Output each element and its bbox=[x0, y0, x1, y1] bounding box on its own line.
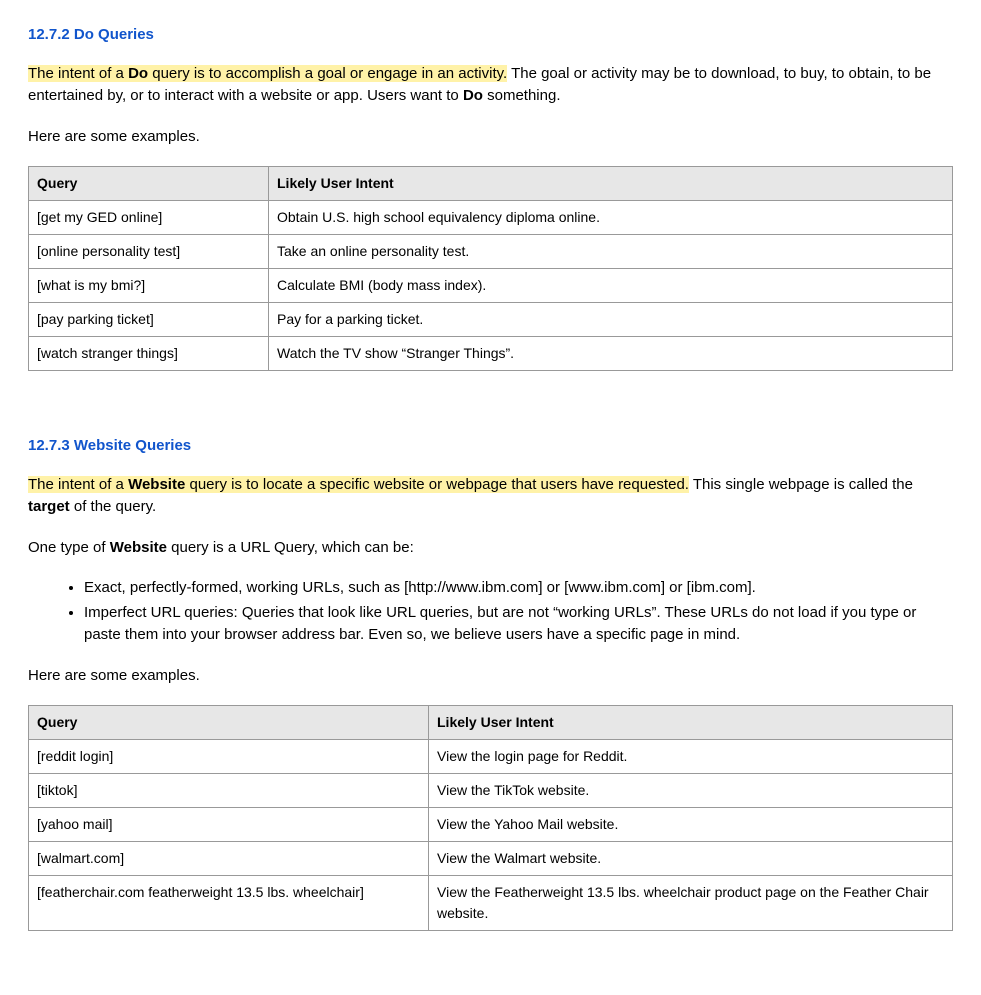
cell-query: [pay parking ticket] bbox=[29, 303, 269, 337]
table-header-row: Query Likely User Intent bbox=[29, 167, 953, 201]
text-bold: Do bbox=[128, 65, 148, 82]
cell-query: [get my GED online] bbox=[29, 201, 269, 235]
do-queries-table: Query Likely User Intent [get my GED onl… bbox=[28, 166, 953, 371]
table-row: [get my GED online]Obtain U.S. high scho… bbox=[29, 201, 953, 235]
table-row: [watch stranger things]Watch the TV show… bbox=[29, 337, 953, 371]
cell-query: [reddit login] bbox=[29, 740, 429, 774]
col-intent: Likely User Intent bbox=[269, 167, 953, 201]
cell-query: [tiktok] bbox=[29, 774, 429, 808]
text-bold: target bbox=[28, 498, 70, 515]
col-intent: Likely User Intent bbox=[429, 706, 953, 740]
table-header-row: Query Likely User Intent bbox=[29, 706, 953, 740]
do-queries-intro: The intent of a Do query is to accomplis… bbox=[28, 63, 953, 108]
text: query is to accomplish a goal or engage … bbox=[148, 65, 507, 82]
text-bold: Do bbox=[463, 87, 483, 104]
do-queries-examples-label: Here are some examples. bbox=[28, 126, 953, 149]
table-row: [pay parking ticket]Pay for a parking ti… bbox=[29, 303, 953, 337]
table-row: [reddit login]View the login page for Re… bbox=[29, 740, 953, 774]
text: something. bbox=[483, 87, 561, 104]
website-queries-intro: The intent of a Website query is to loca… bbox=[28, 474, 953, 519]
website-queries-examples-label: Here are some examples. bbox=[28, 665, 953, 688]
section-heading-website-queries: 12.7.3 Website Queries bbox=[28, 435, 953, 458]
list-item: Exact, perfectly-formed, working URLs, s… bbox=[84, 577, 953, 600]
cell-intent: Watch the TV show “Stranger Things”. bbox=[269, 337, 953, 371]
website-queries-table: Query Likely User Intent [reddit login]V… bbox=[28, 705, 953, 931]
table-row: [featherchair.com featherweight 13.5 lbs… bbox=[29, 876, 953, 931]
highlight-website-intent: The intent of a Website query is to loca… bbox=[28, 476, 689, 493]
cell-intent: View the Yahoo Mail website. bbox=[429, 808, 953, 842]
text-bold: Website bbox=[128, 476, 185, 493]
list-item: Imperfect URL queries: Queries that look… bbox=[84, 602, 953, 647]
text: query is a URL Query, which can be: bbox=[167, 539, 414, 556]
col-query: Query bbox=[29, 706, 429, 740]
cell-intent: View the Walmart website. bbox=[429, 842, 953, 876]
table-row: [online personality test]Take an online … bbox=[29, 235, 953, 269]
text: of the query. bbox=[70, 498, 156, 515]
text: This single webpage is called the bbox=[689, 476, 913, 493]
cell-intent: Take an online personality test. bbox=[269, 235, 953, 269]
cell-intent: View the login page for Reddit. bbox=[429, 740, 953, 774]
text: query is to locate a specific website or… bbox=[185, 476, 689, 493]
url-query-intro: One type of Website query is a URL Query… bbox=[28, 537, 953, 560]
cell-query: [featherchair.com featherweight 13.5 lbs… bbox=[29, 876, 429, 931]
section-heading-do-queries: 12.7.2 Do Queries bbox=[28, 24, 953, 47]
table-row: [what is my bmi?]Calculate BMI (body mas… bbox=[29, 269, 953, 303]
cell-intent: Pay for a parking ticket. bbox=[269, 303, 953, 337]
cell-query: [what is my bmi?] bbox=[29, 269, 269, 303]
text: The intent of a bbox=[28, 476, 128, 493]
cell-query: [yahoo mail] bbox=[29, 808, 429, 842]
text: One type of bbox=[28, 539, 110, 556]
url-query-bullets: Exact, perfectly-formed, working URLs, s… bbox=[28, 577, 953, 647]
cell-intent: Obtain U.S. high school equivalency dipl… bbox=[269, 201, 953, 235]
col-query: Query bbox=[29, 167, 269, 201]
cell-query: [watch stranger things] bbox=[29, 337, 269, 371]
cell-query: [online personality test] bbox=[29, 235, 269, 269]
cell-intent: Calculate BMI (body mass index). bbox=[269, 269, 953, 303]
table-row: [walmart.com]View the Walmart website. bbox=[29, 842, 953, 876]
table-row: [tiktok]View the TikTok website. bbox=[29, 774, 953, 808]
highlight-do-intent: The intent of a Do query is to accomplis… bbox=[28, 65, 507, 82]
cell-query: [walmart.com] bbox=[29, 842, 429, 876]
cell-intent: View the Featherweight 13.5 lbs. wheelch… bbox=[429, 876, 953, 931]
text: The intent of a bbox=[28, 65, 128, 82]
cell-intent: View the TikTok website. bbox=[429, 774, 953, 808]
text-bold: Website bbox=[110, 539, 167, 556]
table-row: [yahoo mail]View the Yahoo Mail website. bbox=[29, 808, 953, 842]
